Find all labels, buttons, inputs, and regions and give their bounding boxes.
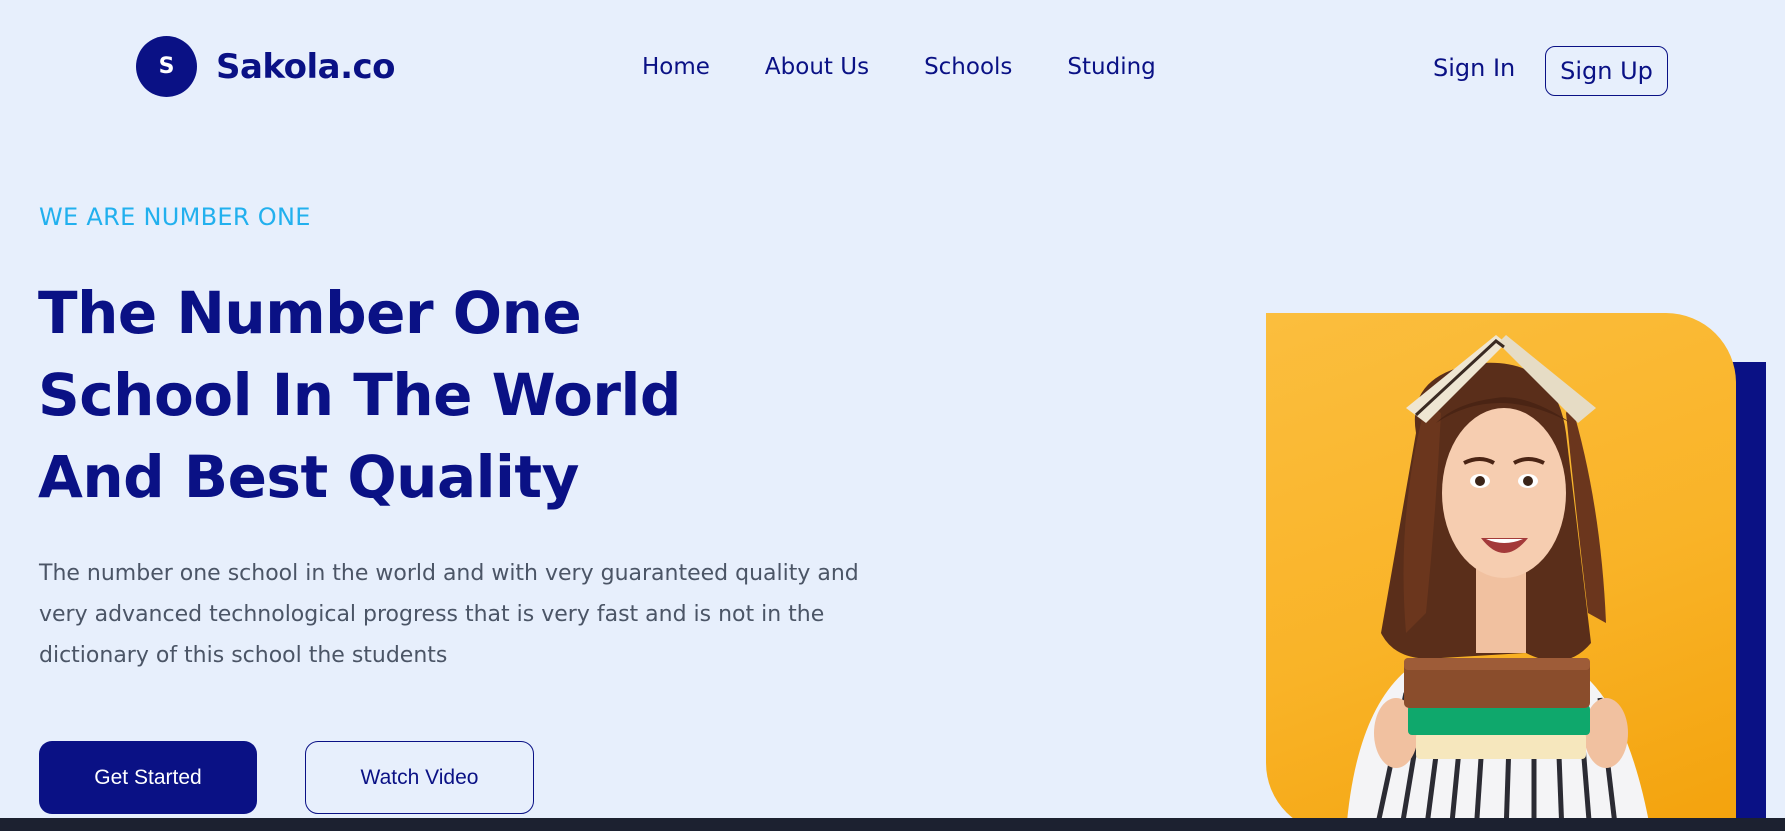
nav-studing[interactable]: Studing	[1067, 54, 1155, 80]
sign-in-link[interactable]: Sign In	[1433, 54, 1515, 82]
hero-title-line-1: The Number One	[38, 279, 582, 347]
get-started-button[interactable]: Get Started	[39, 741, 257, 814]
window-bottom-edge	[0, 818, 1785, 831]
landing-page: S Sakola.co Home About Us Schools Studin…	[0, 0, 1785, 831]
logo[interactable]: S Sakola.co	[136, 36, 396, 97]
sign-up-button[interactable]: Sign Up	[1545, 46, 1668, 96]
nav-about-us[interactable]: About Us	[765, 54, 869, 80]
student-illustration	[1346, 335, 1651, 831]
logo-text: Sakola.co	[216, 46, 396, 87]
student-with-books-photo	[1266, 313, 1736, 831]
logo-badge: S	[136, 36, 197, 97]
hero-title: The Number One School In The World And B…	[38, 272, 798, 518]
hero-eyebrow: WE ARE NUMBER ONE	[39, 203, 311, 231]
hero-title-line-3: And Best Quality	[38, 443, 579, 511]
nav-home[interactable]: Home	[642, 54, 710, 80]
watch-video-button[interactable]: Watch Video	[305, 741, 534, 814]
hero-title-line-2: School In The World	[38, 361, 681, 429]
nav-schools[interactable]: Schools	[924, 54, 1012, 80]
hero-description: The number one school in the world and w…	[39, 561, 859, 668]
main-nav: Home About Us Schools Studing	[642, 54, 1211, 80]
